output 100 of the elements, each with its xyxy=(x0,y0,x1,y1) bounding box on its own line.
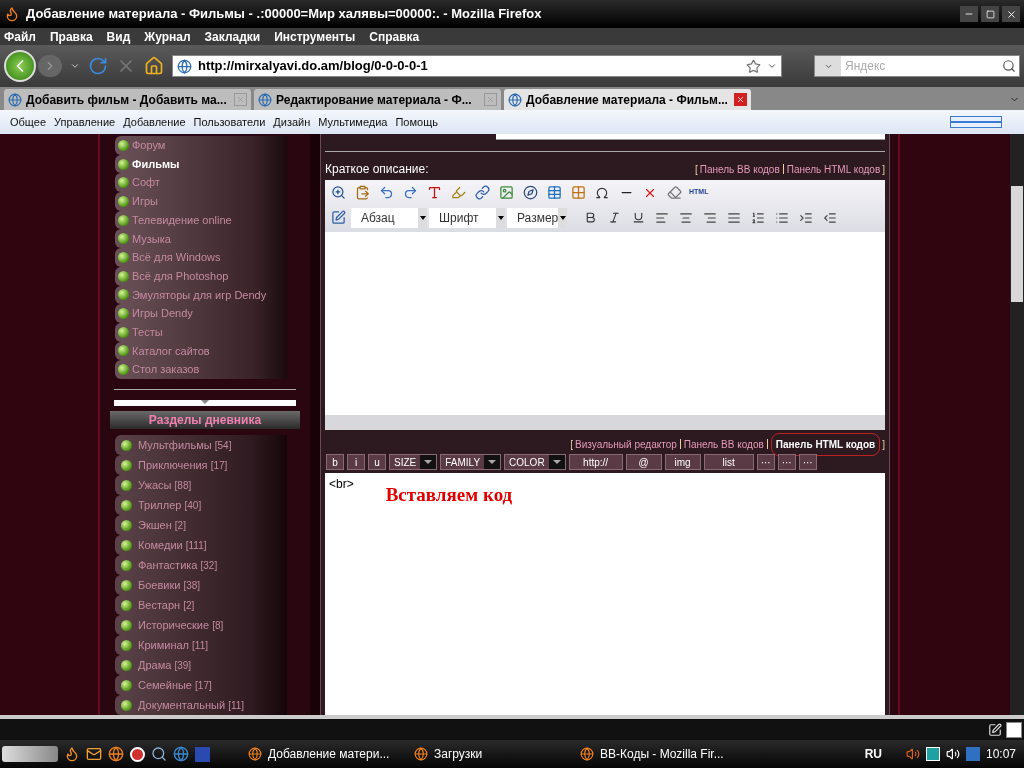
collapse-bar[interactable] xyxy=(114,399,296,406)
code-button[interactable]: u xyxy=(368,454,386,470)
code-button[interactable]: list xyxy=(703,454,754,470)
panel-link[interactable]: Визуальный редактор xyxy=(575,436,677,452)
sidebar-item[interactable]: Эмуляторы для игр Dendy xyxy=(115,285,287,305)
category-item[interactable]: Фантастика [32] xyxy=(115,555,287,575)
category-item[interactable]: Комедии [111] xyxy=(115,535,287,555)
scrollbar[interactable] xyxy=(1010,134,1024,715)
browser-tab[interactable]: Добавить фильм - Добавить ма... xyxy=(4,89,251,110)
admin-menu-item[interactable]: Дизайн xyxy=(273,113,311,131)
code-button[interactable]: SIZE xyxy=(389,454,438,470)
search-icon[interactable] xyxy=(1002,59,1016,73)
minimize-button[interactable] xyxy=(960,6,978,22)
code-textarea[interactable]: <br> Вставляем код xyxy=(325,473,885,715)
category-item[interactable]: Приключения [17] xyxy=(115,455,287,475)
search-icon[interactable] xyxy=(151,746,167,762)
category-label: Ужасы [88] xyxy=(138,477,192,493)
code-button[interactable]: http:// xyxy=(568,454,623,470)
maximize-button[interactable] xyxy=(981,6,999,22)
category-item[interactable]: Исторические [8] xyxy=(115,615,287,635)
menu-item[interactable]: Закладки xyxy=(204,27,261,46)
category-item[interactable]: Боевики [38] xyxy=(115,575,287,595)
menu-item[interactable]: Инструменты xyxy=(274,27,356,46)
code-button[interactable]: @ xyxy=(625,454,662,470)
dropdown-icon[interactable] xyxy=(767,61,777,71)
code-button[interactable]: FAMILY xyxy=(440,454,502,470)
menu-item[interactable]: Журнал xyxy=(144,27,191,46)
close-button[interactable] xyxy=(1002,6,1020,22)
tab-close-icon[interactable] xyxy=(734,93,747,106)
code-button[interactable]: ··· xyxy=(777,454,796,470)
panel-link[interactable]: Панель BB кодов xyxy=(683,436,764,452)
admin-menu-item[interactable]: Пользователи xyxy=(193,113,266,131)
code-button[interactable]: b xyxy=(326,454,344,470)
code-button[interactable]: ··· xyxy=(756,454,775,470)
category-label: Боевики [38] xyxy=(138,577,201,593)
globe-icon[interactable] xyxy=(173,746,189,762)
toolbar-select[interactable]: Размер xyxy=(507,207,567,228)
mail-icon[interactable] xyxy=(86,746,102,762)
home-icon[interactable] xyxy=(144,56,164,76)
category-label: Комедии [111] xyxy=(138,537,207,553)
sidebar-label: Эмуляторы для игр Dendy xyxy=(132,287,267,303)
category-item[interactable]: Криминал [11] xyxy=(115,635,287,655)
slider-icon[interactable] xyxy=(950,116,1002,128)
code-button[interactable]: img xyxy=(664,454,701,470)
admin-menu-item[interactable]: Общее xyxy=(10,113,47,131)
category-item[interactable]: Семейные [17] xyxy=(115,675,287,695)
star-icon[interactable] xyxy=(746,58,761,74)
start-logo-icon[interactable] xyxy=(2,746,58,762)
admin-menu-item[interactable]: Помощь xyxy=(395,113,438,131)
taskbar-button[interactable]: Загрузки xyxy=(408,743,568,765)
volume-icon[interactable] xyxy=(945,747,960,761)
menu-item[interactable]: Справка xyxy=(369,27,420,46)
sidebar-item[interactable]: Фильмы xyxy=(115,154,287,174)
admin-menu-item[interactable]: Мультимедиа xyxy=(318,113,388,131)
sidebar-item[interactable]: Телевидение online xyxy=(115,210,287,230)
code-button[interactable]: COLOR xyxy=(504,454,566,470)
pen-icon[interactable] xyxy=(988,722,1002,737)
speaker-icon[interactable] xyxy=(905,747,920,761)
category-item[interactable]: Экшен [2] xyxy=(115,515,287,535)
admin-menu-item[interactable]: Управление xyxy=(54,113,116,131)
menu-item[interactable]: Файл xyxy=(4,27,36,46)
sidebar-label: Софт xyxy=(132,175,160,191)
page-icon[interactable] xyxy=(1006,721,1022,738)
reload-icon[interactable] xyxy=(88,56,108,76)
flame-icon[interactable] xyxy=(64,746,80,762)
input-field[interactable] xyxy=(496,134,885,140)
browser-tab[interactable]: Добавление материала - Фильм... xyxy=(504,89,751,110)
category-item[interactable]: Триллер [40] xyxy=(115,495,287,515)
address-field[interactable]: http://mirxalyavi.do.am/blog/0-0-0-0-1 xyxy=(172,55,782,77)
panel-link[interactable]: Панель HTML кодов xyxy=(786,161,881,177)
history-dropdown-icon[interactable] xyxy=(70,61,80,71)
toolbar-select[interactable]: Шрифт xyxy=(429,207,505,228)
category-item[interactable]: Драма [39] xyxy=(115,655,287,675)
back-button[interactable] xyxy=(4,50,36,82)
category-item[interactable]: Ужасы [88] xyxy=(115,475,287,495)
search-field[interactable]: Яндекс xyxy=(814,55,1020,77)
language-indicator[interactable]: RU xyxy=(864,745,882,763)
panel-link[interactable]: Панель BB кодов xyxy=(699,161,780,177)
code-button[interactable]: i xyxy=(347,454,365,470)
menu-item[interactable]: Правка xyxy=(49,27,93,46)
taskbar-button[interactable]: BB-Коды - Mozilla Fir... xyxy=(574,743,734,765)
category-item[interactable]: Документальный [11] xyxy=(115,695,287,715)
category-item[interactable]: Мультфильмы [54] xyxy=(115,435,287,455)
category-label: Исторические [8] xyxy=(138,617,224,633)
forward-button[interactable] xyxy=(38,55,62,77)
category-item[interactable]: Вестарн [2] xyxy=(115,595,287,615)
maximize-icon xyxy=(985,9,995,19)
toolbar-select[interactable]: Абзац xyxy=(351,207,427,228)
sidebar-item[interactable]: Стол заказов xyxy=(115,360,287,379)
taskbar-button[interactable]: Добавление матери... xyxy=(242,743,402,765)
field-label: Краткое описание: xyxy=(325,161,429,178)
menu-item[interactable]: Вид xyxy=(106,27,131,46)
browser-icon[interactable] xyxy=(108,746,124,762)
search-input[interactable]: Яндекс xyxy=(845,57,998,75)
admin-menu-item[interactable]: Добавление xyxy=(123,113,186,131)
tray-app-icon[interactable] xyxy=(925,747,940,761)
code-button[interactable]: ··· xyxy=(798,454,817,470)
browser-tab[interactable]: Редактирование материала - Ф... xyxy=(254,89,501,110)
network-icon[interactable] xyxy=(965,747,980,761)
sidebar-item[interactable]: Каталог сайтов xyxy=(115,341,287,361)
